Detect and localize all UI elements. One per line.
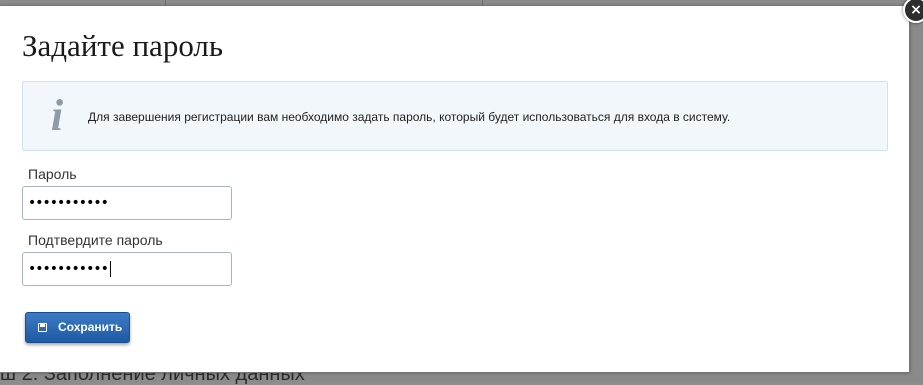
save-icon bbox=[38, 323, 47, 332]
dialog-title: Задайте пароль bbox=[22, 28, 224, 63]
info-text: Для завершения регистрации вам необходим… bbox=[88, 110, 731, 124]
save-button[interactable]: Сохранить bbox=[25, 312, 130, 343]
password-value: ••••••••••• bbox=[28, 195, 109, 211]
confirm-password-value: ••••••••••• bbox=[28, 261, 109, 277]
set-password-dialog: Задайте пароль i Для завершения регистра… bbox=[0, 0, 923, 373]
password-label: Пароль bbox=[28, 166, 77, 182]
info-message: i Для завершения регистрации вам необход… bbox=[22, 81, 888, 151]
info-icon: i bbox=[50, 91, 64, 140]
save-button-label: Сохранить bbox=[58, 320, 123, 334]
text-caret bbox=[109, 261, 111, 277]
confirm-password-label: Подтвердите пароль bbox=[28, 232, 163, 248]
confirm-password-input[interactable]: ••••••••••• bbox=[22, 252, 232, 286]
password-input[interactable]: ••••••••••• bbox=[22, 186, 232, 220]
close-icon[interactable]: × bbox=[903, 0, 923, 23]
